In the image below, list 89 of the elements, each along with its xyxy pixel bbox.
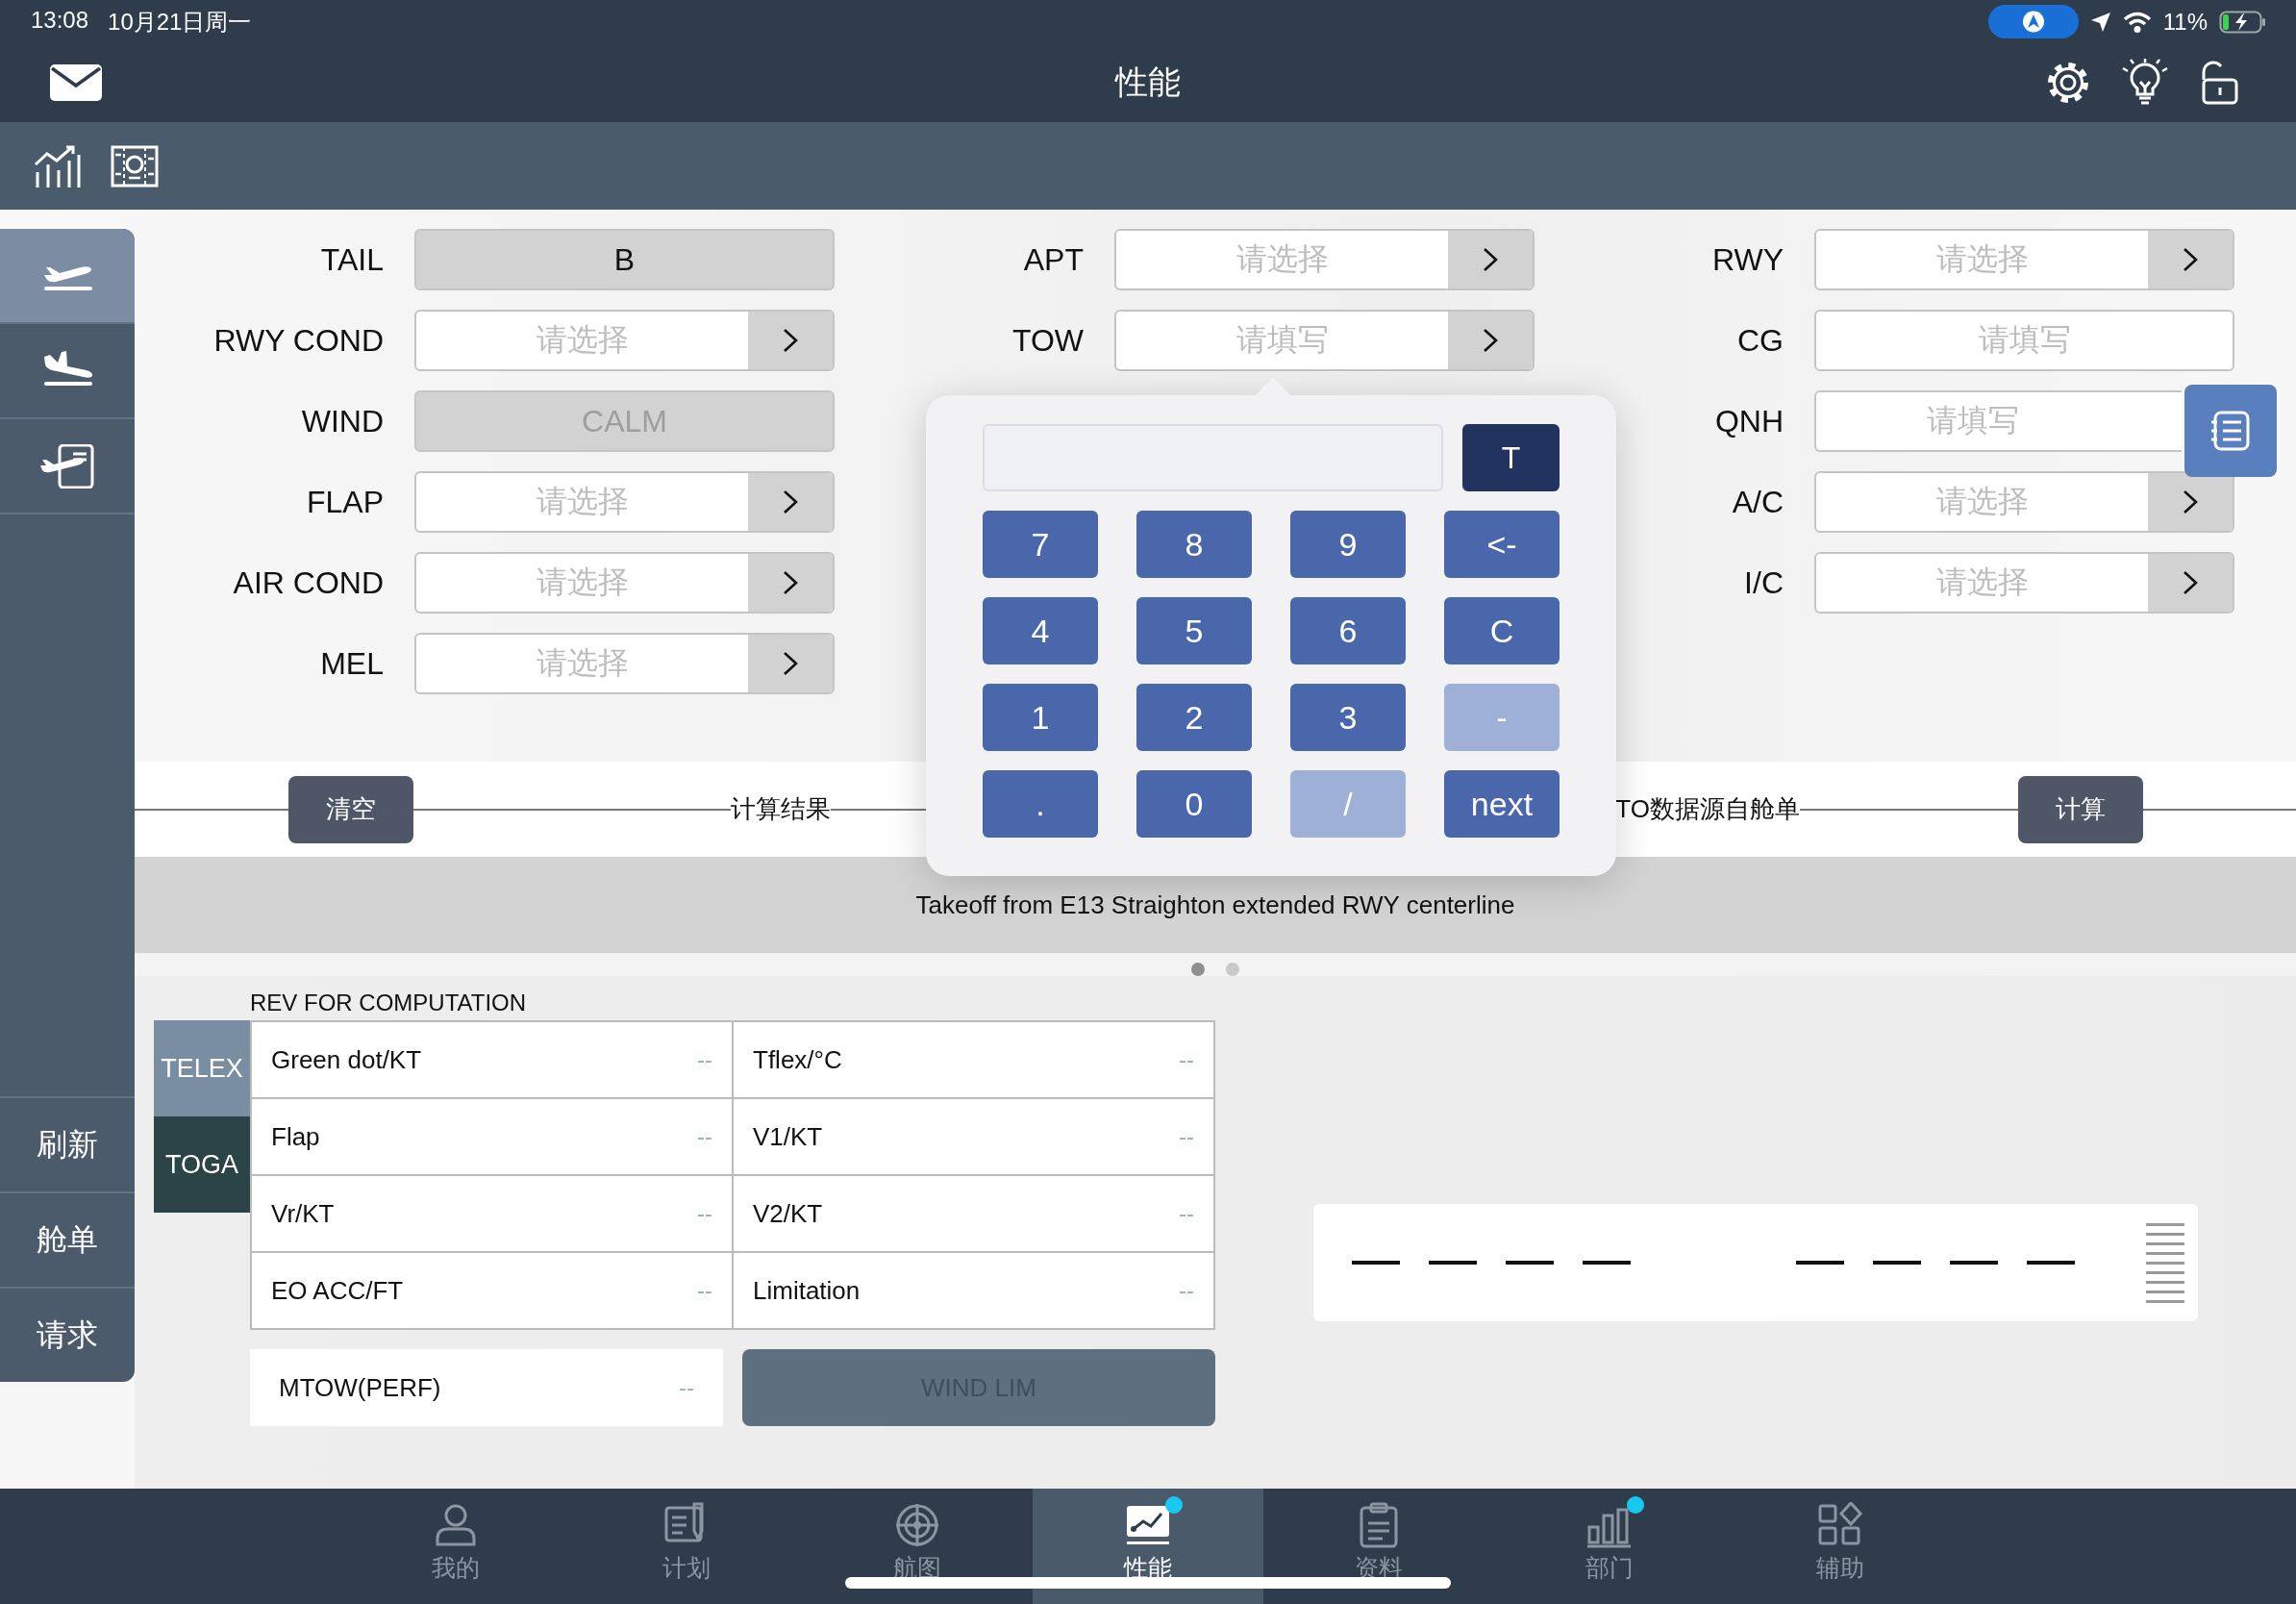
cell-label: V1/KT bbox=[753, 1121, 823, 1152]
cell-value: -- bbox=[697, 1200, 712, 1227]
keypad-key[interactable]: next bbox=[1444, 770, 1560, 838]
keypad-key[interactable]: 9 bbox=[1290, 511, 1406, 578]
plane-document-icon bbox=[38, 443, 96, 489]
status-time: 13:08 bbox=[31, 6, 89, 35]
list-icon bbox=[2209, 410, 2252, 452]
field-label: FLAP bbox=[305, 484, 384, 520]
cell-label: Limitation bbox=[753, 1275, 861, 1306]
status-date: 10月21日周一 bbox=[108, 7, 252, 37]
keypad-key[interactable]: 5 bbox=[1136, 597, 1252, 664]
mode-key[interactable]: T bbox=[1462, 424, 1560, 491]
battery-percent: 11% bbox=[2162, 8, 2208, 36]
location-arrow-icon bbox=[2089, 11, 2111, 33]
field-label: AIR COND bbox=[232, 564, 384, 601]
chevron-right-icon bbox=[2183, 247, 2198, 272]
cell-value: -- bbox=[697, 1277, 712, 1304]
chevron-right-icon bbox=[1483, 247, 1498, 272]
field-label: QNH bbox=[1713, 403, 1784, 439]
keypad-key[interactable]: 2 bbox=[1136, 684, 1252, 751]
keypad-key[interactable]: <- bbox=[1444, 511, 1560, 578]
grid-icon bbox=[1817, 1502, 1863, 1548]
field-label: WIND bbox=[300, 403, 384, 439]
cell-label: Green dot/KT bbox=[271, 1044, 422, 1075]
cell-value: -- bbox=[1179, 1277, 1194, 1304]
compass-icon bbox=[894, 1502, 940, 1548]
field-label: APT bbox=[1022, 241, 1084, 278]
cell-value: -- bbox=[1179, 1046, 1194, 1073]
field-label: TOW bbox=[1011, 322, 1084, 359]
clear-button[interactable]: 清空 bbox=[288, 775, 413, 843]
keypad-key[interactable]: 1 bbox=[983, 684, 1098, 751]
page-dot[interactable] bbox=[1226, 963, 1239, 976]
source-note: TO数据源自舱单 bbox=[1615, 793, 1800, 825]
field-label: RWY bbox=[1710, 241, 1784, 278]
field-label: MEL bbox=[319, 645, 384, 682]
keypad-key[interactable]: 7 bbox=[983, 511, 1098, 578]
field-label: CG bbox=[1736, 322, 1784, 359]
keypad-key[interactable]: 4 bbox=[983, 597, 1098, 664]
keypad-key[interactable]: 3 bbox=[1290, 684, 1406, 751]
cell-value: -- bbox=[1179, 1200, 1194, 1227]
chevron-right-icon bbox=[2183, 489, 2198, 514]
cell-label: EO ACC/FT bbox=[271, 1275, 404, 1306]
tab-bar-item[interactable]: 计划 bbox=[571, 1489, 802, 1604]
cell-value: -- bbox=[1179, 1123, 1194, 1150]
scan-frame-icon[interactable] bbox=[111, 144, 159, 188]
page-title: 性能 bbox=[1115, 63, 1181, 102]
cell-value: -- bbox=[679, 1374, 694, 1401]
section-title: REV FOR COMPUTATION bbox=[250, 989, 528, 1017]
chevron-right-icon bbox=[783, 570, 798, 595]
readonly-field: B bbox=[414, 229, 835, 290]
cell-label: MTOW(PERF) bbox=[279, 1372, 441, 1403]
cell-label: Vr/KT bbox=[271, 1198, 335, 1229]
keypad-key[interactable]: C bbox=[1444, 597, 1560, 664]
wifi-icon bbox=[2122, 11, 2152, 33]
cell-label: Tflex/°C bbox=[753, 1044, 842, 1075]
chevron-right-icon bbox=[783, 489, 798, 514]
cell-value: -- bbox=[697, 1123, 712, 1150]
cell-label: Flap bbox=[271, 1121, 320, 1152]
keypad-key[interactable]: . bbox=[983, 770, 1098, 838]
chevron-right-icon bbox=[783, 328, 798, 353]
mode-tab[interactable]: TELEX bbox=[154, 1020, 250, 1116]
side-nav-tab[interactable] bbox=[0, 229, 135, 324]
compute-button[interactable]: 计算 bbox=[2018, 775, 2143, 843]
tab-bar-item[interactable]: 我的 bbox=[340, 1489, 571, 1604]
field-label: TAIL bbox=[319, 241, 384, 278]
mode-tab[interactable]: TOGA bbox=[154, 1116, 250, 1213]
line-chart-icon[interactable] bbox=[34, 144, 82, 188]
tab-bar-item[interactable]: 辅助 bbox=[1725, 1489, 1956, 1604]
scale-lines-icon bbox=[2146, 1222, 2184, 1303]
field-label: I/C bbox=[1743, 564, 1784, 601]
page-dot[interactable] bbox=[1191, 963, 1205, 976]
section-title: 计算结果 bbox=[731, 793, 831, 825]
list-button[interactable] bbox=[2184, 385, 2277, 477]
tab-bar-item[interactable]: 部门 bbox=[1494, 1489, 1725, 1604]
chevron-right-icon bbox=[1483, 328, 1498, 353]
keypad-key[interactable]: 0 bbox=[1136, 770, 1252, 838]
field-label: A/C bbox=[1731, 484, 1784, 520]
cell-label: V2/KT bbox=[753, 1198, 823, 1229]
chevron-right-icon bbox=[2183, 570, 2198, 595]
mail-icon[interactable] bbox=[50, 64, 102, 101]
navigation-pill-icon bbox=[1987, 5, 2079, 38]
keypad-key[interactable]: 6 bbox=[1290, 597, 1406, 664]
chevron-right-icon bbox=[783, 651, 798, 676]
lightbulb-icon[interactable] bbox=[2121, 59, 2169, 107]
cell-value: -- bbox=[697, 1046, 712, 1073]
field-label: RWY COND bbox=[212, 322, 384, 359]
battery-charging-icon bbox=[2219, 10, 2267, 34]
notice-text: Takeoff from E13 Straighton extended RWY centerline bbox=[915, 890, 1515, 920]
keypad-key[interactable]: 8 bbox=[1136, 511, 1252, 578]
